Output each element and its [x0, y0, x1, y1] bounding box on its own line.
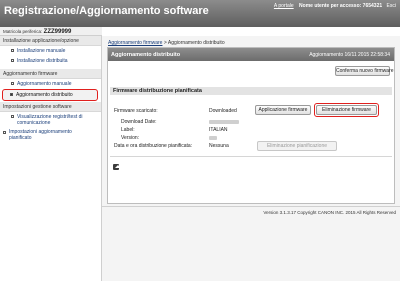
bullet-icon: [11, 59, 14, 62]
download-date-label: Download Date:: [121, 119, 157, 125]
sidebar-item-label: Aggiornamento manuale: [17, 81, 72, 87]
breadcrumb-link-firmware-update[interactable]: Aggiornamento firmware: [108, 40, 162, 46]
panel-divider: [110, 156, 392, 157]
label-field-value: ITALIAN: [209, 127, 228, 133]
header-links: A portale Nome utente per accesso: 76543…: [274, 3, 396, 9]
app-header: Registrazione/Aggiornamento software A p…: [0, 0, 400, 27]
footer: Version 3.1.3.17 Copyright CANON INC. 20…: [102, 206, 400, 216]
bullet-icon: [10, 93, 13, 96]
distributed-update-panel: Aggiornamento distribuito Aggiornamento …: [107, 47, 395, 204]
serial-value: ZZZ99999: [43, 29, 72, 35]
sidebar-group-firmware-update: Aggiornamento firmware: [0, 69, 101, 79]
bullet-icon: [11, 82, 14, 85]
delete-firmware-button[interactable]: Eliminazione firmware: [316, 105, 377, 115]
sidebar-item-scheduled-update-settings[interactable]: Impostazioni aggiornamento pianificato: [0, 128, 101, 142]
sidebar-group-software-settings: Impostazioni gestione software: [0, 102, 101, 112]
sidebar-item-label: Installazione distribuita: [17, 58, 68, 64]
breadcrumb-separator: >: [163, 40, 167, 46]
sidebar-item-logs[interactable]: Visualizzazione registri/test di comunic…: [0, 112, 101, 128]
sidebar-item-distributed-update[interactable]: Aggiornamento distribuito: [2, 89, 98, 101]
sidebar-item-label: Installazione manuale: [17, 48, 66, 54]
section-title: Firmware distribuzione pianificata: [110, 87, 392, 95]
sidebar-item-label: Visualizzazione registri/test di comunic…: [17, 114, 83, 126]
portal-link[interactable]: A portale: [274, 3, 294, 9]
panel-title: Aggiornamento distribuito: [111, 52, 181, 58]
sidebar-item-manual-install[interactable]: Installazione manuale: [0, 46, 101, 56]
firmware-status-value: Downloaded: [209, 108, 237, 114]
bullet-icon: [11, 115, 14, 118]
user-info: Nome utente per accesso: 7654321: [299, 3, 383, 9]
app-title: Registrazione/Aggiornamento software: [4, 5, 209, 17]
panel-titlebar: Aggiornamento distribuito Aggiornamento …: [108, 48, 394, 61]
version-label: Version:: [121, 135, 140, 141]
bullet-icon: [3, 130, 6, 134]
scheduled-date-value: Nessuna: [209, 143, 229, 149]
delete-schedule-button: Eliminazione pianificazione: [257, 141, 337, 151]
last-update-date: Aggiornamento 16/11 2015 22:58:34: [309, 52, 390, 58]
label-field-label: Label:: [121, 127, 135, 133]
version-value-redacted: [209, 136, 217, 140]
breadcrumb: Aggiornamento firmware > Aggiornamento d…: [108, 40, 225, 46]
serial-label: Matricola periferica:: [3, 29, 43, 34]
scheduled-date-label: Data e ora distribuzione pianificata:: [114, 143, 193, 149]
sidebar-item-distributed-install[interactable]: Installazione distribuita: [0, 56, 101, 66]
apply-firmware-button[interactable]: Applicazione firmware: [255, 105, 311, 115]
breadcrumb-current: Aggiornamento distribuito: [167, 40, 225, 46]
firmware-downloaded-label: Firmware scaricato:: [114, 108, 158, 114]
sidebar-item-label: Impostazioni aggiornamento pianificato: [9, 129, 72, 141]
sidebar-group-installation: Installazione applicazione/opzione: [0, 36, 101, 46]
confirm-new-firmware-button[interactable]: Conferma nuovo firmware: [335, 66, 394, 76]
main-content: Aggiornamento firmware > Aggiornamento d…: [102, 36, 400, 281]
sidebar-item-manual-update[interactable]: Aggiornamento manuale: [0, 79, 101, 89]
logout-link[interactable]: Esci: [387, 3, 396, 9]
download-date-value-redacted: [209, 120, 239, 124]
serial-number-bar: Matricola periferica: ZZZ99999: [0, 27, 102, 36]
sidebar-item-label: Aggiornamento distribuito: [16, 92, 73, 98]
copyright-text: Version 3.1.3.17 Copyright CANON INC. 20…: [263, 210, 396, 215]
sidebar: Installazione applicazione/opzione Insta…: [0, 36, 102, 281]
bullet-icon: [11, 49, 14, 52]
back-to-top-icon[interactable]: [113, 164, 121, 170]
